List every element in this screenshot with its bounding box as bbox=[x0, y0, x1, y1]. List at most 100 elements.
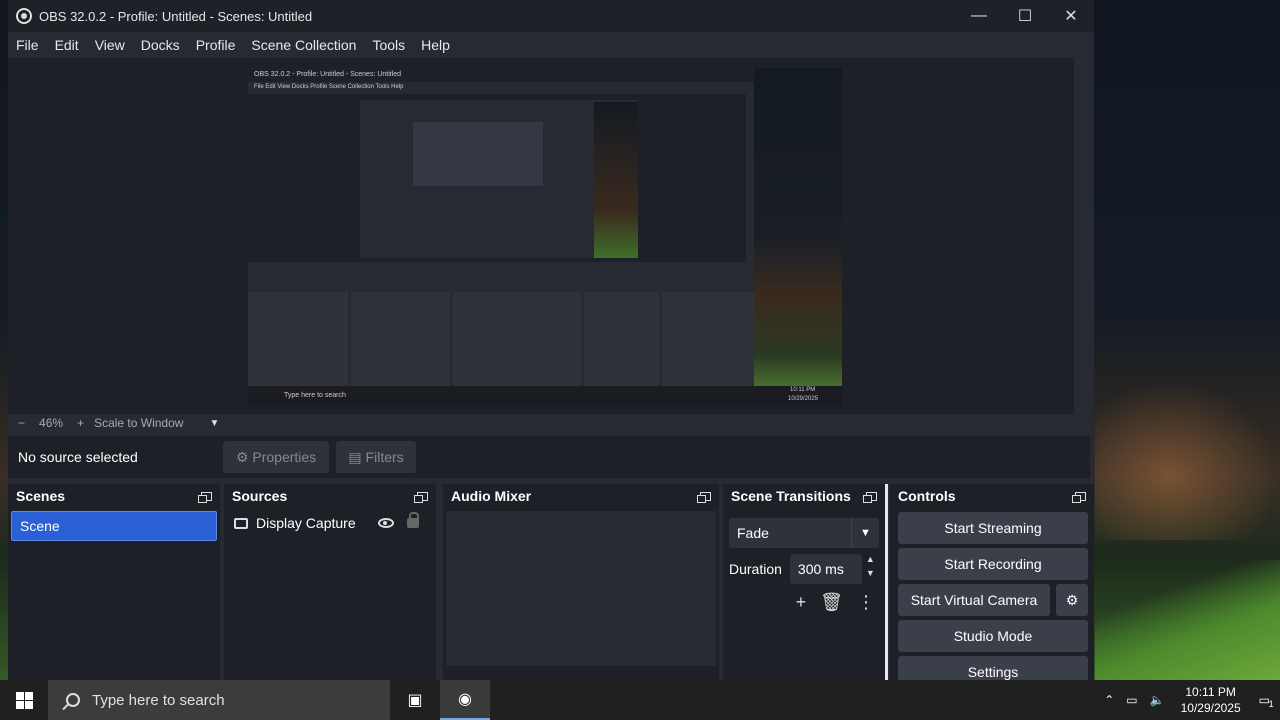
menu-view[interactable]: View bbox=[87, 37, 133, 53]
start-button[interactable] bbox=[0, 680, 48, 720]
preview-nested-dock bbox=[583, 292, 660, 386]
audio-mixer-header: Audio Mixer bbox=[443, 484, 719, 508]
preview-nested-docks bbox=[248, 292, 754, 386]
notification-count: 1 bbox=[1268, 699, 1274, 709]
scene-transitions-dock: Scene Transitions Fade ▼ Duration 300 ms… bbox=[723, 484, 885, 680]
preview-area: OBS 32.0.2 - Profile: Untitled - Scenes:… bbox=[8, 58, 1074, 414]
zoom-in-button[interactable]: + bbox=[77, 416, 84, 430]
menu-scene-collection[interactable]: Scene Collection bbox=[243, 37, 364, 53]
spin-arrows[interactable]: ▲ ▼ bbox=[866, 552, 875, 580]
network-icon[interactable]: ▭ bbox=[1120, 693, 1143, 707]
undock-icon[interactable] bbox=[863, 491, 877, 503]
clock[interactable]: 10:11 PM 10/29/2025 bbox=[1171, 684, 1251, 716]
duration-row: Duration 300 ms ▲ ▼ bbox=[729, 554, 879, 584]
dock-splitter[interactable] bbox=[885, 484, 888, 680]
preview-nested-taskbar: Type here to search 10:11 PM 10/29/2025 bbox=[248, 386, 842, 406]
title-bar[interactable]: OBS 32.0.2 - Profile: Untitled - Scenes:… bbox=[8, 0, 1094, 32]
menu-tools[interactable]: Tools bbox=[364, 37, 413, 53]
system-tray: ⌃ ▭ 🔈 10:11 PM 10/29/2025 ▭ 1 bbox=[1098, 680, 1280, 720]
preview-nested-menu: File Edit View Docks Profile Scene Colle… bbox=[254, 84, 404, 90]
obs-logo-icon bbox=[16, 8, 32, 24]
menu-edit[interactable]: Edit bbox=[47, 37, 87, 53]
preview-nested-time: 10:11 PM bbox=[790, 387, 816, 393]
volume-icon[interactable]: 🔈 bbox=[1144, 693, 1171, 707]
transition-select[interactable]: Fade ▼ bbox=[729, 518, 879, 548]
trash-icon[interactable]: 🗑 bbox=[820, 592, 843, 613]
properties-button[interactable]: ⚙ Properties bbox=[223, 441, 329, 473]
duration-value: 300 ms bbox=[797, 561, 844, 577]
undock-icon[interactable] bbox=[198, 491, 212, 503]
audio-mixer-dock: Audio Mixer bbox=[443, 484, 719, 680]
zoom-bar: − 46% + Scale to Window ▼ bbox=[8, 414, 1094, 432]
source-status: No source selected bbox=[18, 449, 138, 465]
taskbar: Type here to search ▣ ◉ ⌃ ▭ 🔈 10:11 PM 1… bbox=[0, 680, 1280, 720]
gear-icon[interactable]: ⚙ bbox=[1056, 584, 1088, 616]
scene-name: Scene bbox=[20, 518, 60, 534]
scenes-dock-header: Scenes bbox=[8, 484, 220, 508]
chevron-down-icon[interactable]: ▼ bbox=[209, 418, 219, 429]
start-recording-button[interactable]: Start Recording bbox=[898, 548, 1088, 580]
scale-mode-select[interactable]: Scale to Window bbox=[94, 416, 183, 430]
undock-icon[interactable] bbox=[1072, 491, 1086, 503]
filters-button[interactable]: ▤ Filters bbox=[336, 441, 416, 473]
task-view-icon[interactable]: ▣ bbox=[390, 680, 440, 720]
duration-spinbox[interactable]: 300 ms ▲ ▼ bbox=[789, 554, 875, 584]
studio-mode-button[interactable]: Studio Mode bbox=[898, 620, 1088, 652]
preview-nested-dock bbox=[662, 292, 754, 386]
sources-title: Sources bbox=[232, 488, 288, 504]
preview-nested-title: OBS 32.0.2 - Profile: Untitled - Scenes:… bbox=[248, 68, 754, 82]
undock-icon[interactable] bbox=[697, 491, 711, 503]
undock-icon[interactable] bbox=[414, 491, 428, 503]
more-options-icon[interactable]: ⋮ bbox=[857, 592, 875, 613]
close-button[interactable]: ✕ bbox=[1048, 0, 1094, 32]
controls-title: Controls bbox=[898, 488, 956, 504]
maximize-button[interactable]: ☐ bbox=[1002, 0, 1048, 32]
obs-taskbar-icon[interactable]: ◉ bbox=[440, 680, 490, 720]
filters-label: Filters bbox=[365, 449, 404, 465]
audio-mixer-title: Audio Mixer bbox=[451, 488, 532, 504]
monitor-icon bbox=[234, 517, 248, 529]
preview-nested-dock bbox=[248, 292, 348, 386]
add-icon[interactable]: + bbox=[796, 592, 807, 613]
audio-mixer-list bbox=[446, 511, 716, 666]
scene-list-item[interactable]: Scene bbox=[11, 511, 217, 541]
sources-dock-header: Sources bbox=[224, 484, 436, 508]
transitions-title: Scene Transitions bbox=[731, 488, 851, 504]
menu-bar: File Edit View Docks Profile Scene Colle… bbox=[8, 32, 458, 58]
source-toolbar: No source selected ⚙ Properties ▤ Filter… bbox=[8, 436, 1090, 478]
zoom-level: 46% bbox=[39, 416, 64, 430]
controls-dock: Controls Start Streaming Start Recording… bbox=[890, 484, 1094, 688]
virtual-camera-row: Start Virtual Camera ⚙ bbox=[898, 584, 1088, 616]
preview-nested-view bbox=[248, 94, 746, 262]
menu-file[interactable]: File bbox=[8, 37, 47, 53]
menu-help[interactable]: Help bbox=[413, 37, 458, 53]
preview-canvas[interactable]: OBS 32.0.2 - Profile: Untitled - Scenes:… bbox=[248, 68, 842, 406]
search-placeholder: Type here to search bbox=[92, 691, 225, 709]
search-icon bbox=[66, 693, 80, 707]
menu-profile[interactable]: Profile bbox=[188, 37, 244, 53]
duration-label: Duration bbox=[729, 561, 782, 577]
transition-actions: + 🗑 ⋮ bbox=[723, 592, 885, 613]
source-name: Display Capture bbox=[256, 515, 356, 531]
eye-icon[interactable] bbox=[378, 518, 394, 528]
zoom-out-button[interactable]: − bbox=[18, 416, 25, 430]
clock-date: 10/29/2025 bbox=[1180, 701, 1241, 715]
menu-docks[interactable]: Docks bbox=[133, 37, 188, 53]
properties-label: Properties bbox=[252, 449, 317, 465]
scenes-dock: Scenes Scene bbox=[8, 484, 220, 680]
taskbar-search[interactable]: Type here to search bbox=[48, 680, 390, 720]
lock-icon[interactable] bbox=[407, 512, 419, 528]
preview-nested-sky bbox=[594, 102, 638, 258]
gear-icon: ⚙ bbox=[235, 448, 249, 465]
controls-header: Controls bbox=[890, 484, 1094, 508]
source-list-item[interactable]: Display Capture bbox=[224, 508, 436, 538]
filter-icon: ▤ bbox=[348, 448, 362, 465]
preview-nested-dock bbox=[350, 292, 451, 386]
preview-nested-search: Type here to search bbox=[284, 392, 346, 399]
start-virtual-camera-button[interactable]: Start Virtual Camera bbox=[898, 584, 1050, 616]
notification-icon[interactable]: ▭ 1 bbox=[1251, 693, 1280, 709]
minimize-button[interactable]: — bbox=[956, 0, 1002, 32]
start-streaming-button[interactable]: Start Streaming bbox=[898, 512, 1088, 544]
chevron-up-icon[interactable]: ⌃ bbox=[1098, 693, 1120, 707]
preview-nested-date: 10/29/2025 bbox=[788, 396, 819, 402]
